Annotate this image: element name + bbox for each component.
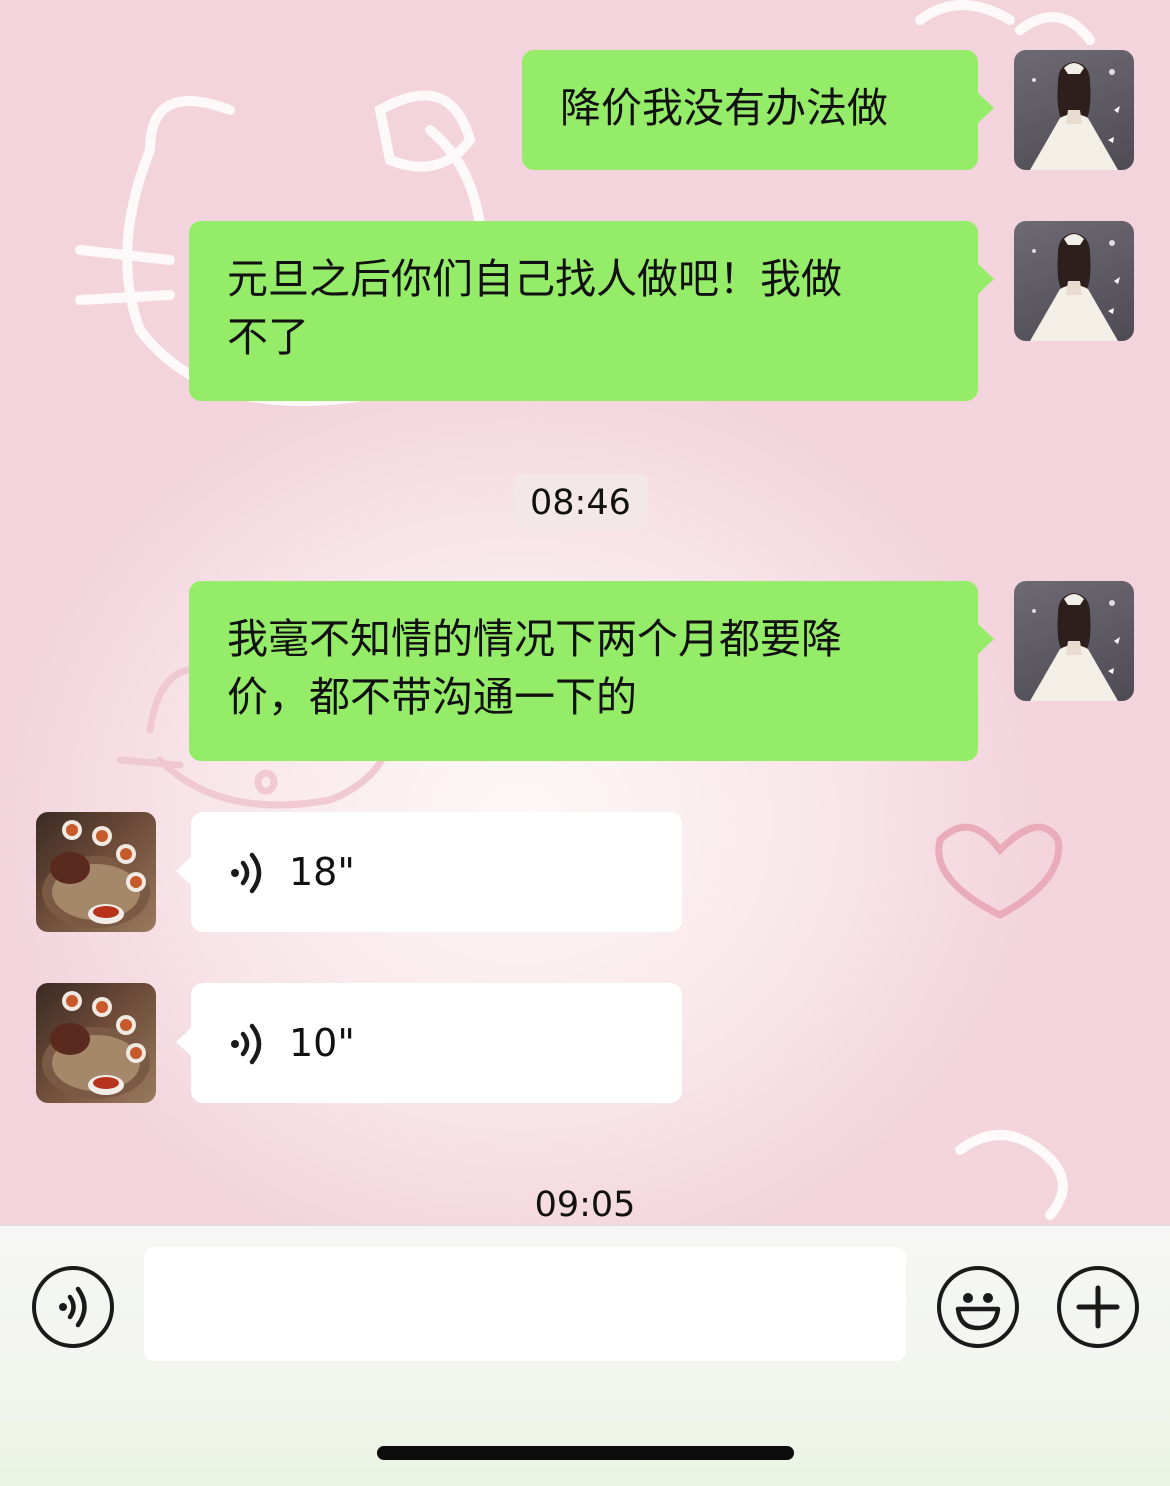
my-avatar[interactable] xyxy=(1014,581,1134,701)
avatar-girl-white-dress xyxy=(1030,233,1120,341)
message-text-line: 价，都不带沟通一下的 xyxy=(227,673,637,721)
contact-avatar[interactable] xyxy=(36,812,156,932)
avatar-tea-set xyxy=(42,991,150,1099)
more-options-button[interactable] xyxy=(1057,1266,1139,1348)
voice-duration: 10" xyxy=(289,1021,355,1065)
contact-avatar[interactable] xyxy=(36,983,156,1103)
message-input[interactable] xyxy=(144,1247,906,1361)
outgoing-message-bubble[interactable]: 降价我没有办法做 xyxy=(522,50,994,170)
outgoing-message-bubble[interactable]: 我毫不知情的情况下两个月都要降 价，都不带沟通一下的 xyxy=(189,581,994,761)
voice-duration: 18" xyxy=(289,850,355,894)
message-text-line: 元旦之后你们自己找人做吧！我做 xyxy=(227,255,842,303)
chat-area: 降价我没有办法做 元旦之后你们自己找人做吧！我做 不了 08:46 我毫不知情的… xyxy=(0,0,1170,1225)
voice-input-button[interactable] xyxy=(32,1266,114,1348)
home-indicator xyxy=(377,1446,794,1460)
voice-wave-icon xyxy=(231,1023,262,1065)
my-avatar[interactable] xyxy=(1014,50,1134,170)
voice-message-bubble[interactable]: 18" xyxy=(176,812,682,932)
avatar-girl-white-dress xyxy=(1030,62,1120,170)
voice-wave-icon xyxy=(231,852,262,894)
message-text: 降价我没有办法做 xyxy=(560,84,888,132)
message-text-line: 不了 xyxy=(227,313,309,361)
plus-icon xyxy=(1076,1285,1120,1329)
my-avatar[interactable] xyxy=(1014,221,1134,341)
avatar-girl-white-dress xyxy=(1030,593,1120,701)
emoji-icon xyxy=(955,1293,1001,1331)
voice-message-bubble[interactable]: 10" xyxy=(176,983,682,1103)
chat-input-bar xyxy=(0,1225,1170,1486)
emoji-button[interactable] xyxy=(937,1266,1019,1348)
outgoing-message-bubble[interactable]: 元旦之后你们自己找人做吧！我做 不了 xyxy=(189,221,994,401)
voice-icon xyxy=(59,1286,87,1328)
message-timestamp: 08:46 xyxy=(513,474,648,530)
message-text-line: 我毫不知情的情况下两个月都要降 xyxy=(227,615,842,663)
message-timestamp: 09:05 xyxy=(534,1185,636,1225)
avatar-tea-set xyxy=(42,820,150,928)
